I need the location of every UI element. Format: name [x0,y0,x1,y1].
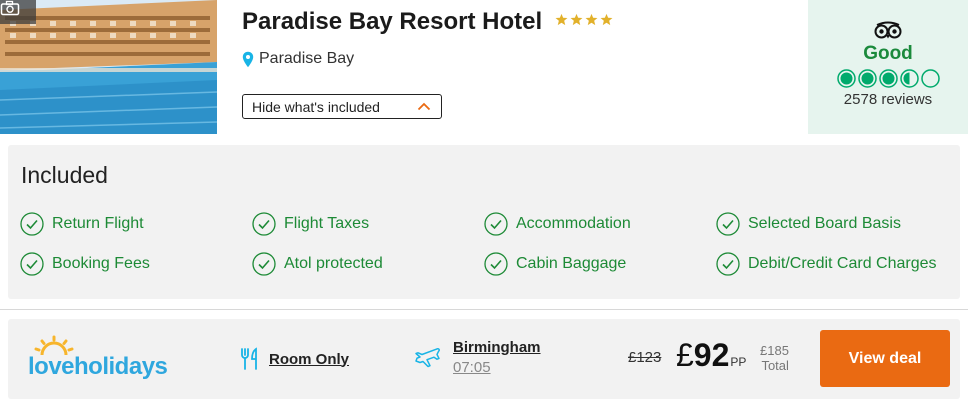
included-item: Flight Taxes [252,212,369,236]
departure-airport[interactable]: Birmingham [453,339,541,356]
rating-bubbles [836,69,940,88]
included-item-label: Flight Taxes [284,215,370,232]
chevron-up-icon [417,102,431,111]
hotel-name[interactable]: Paradise Bay Resort Hotel [242,8,542,36]
board-basis: Room Only [240,347,349,371]
price-value: 92 [693,337,730,373]
price-currency: £ [676,337,694,373]
old-price: £123 [628,349,662,366]
price-suffix: PP [730,355,747,369]
rating-bubble-icon [920,69,940,88]
check-circle-icon [252,212,276,236]
check-circle-icon [20,212,44,236]
rating-bubble-icon [899,69,919,88]
provider-name: loveholidays [28,353,168,380]
star-icon [570,13,583,26]
included-title: Included [21,162,108,188]
check-circle-icon [484,212,508,236]
rating-word: Good [863,43,913,64]
star-icon [585,13,598,26]
included-item-label: Debit/Credit Card Charges [748,255,937,272]
included-item-label: Return Flight [52,215,144,232]
total-label: Total [761,358,789,373]
included-item: Debit/Credit Card Charges [716,252,937,276]
rating-bubble-icon [836,69,856,88]
price-per-person: £ 92 PP [676,337,746,374]
star-rating [555,13,613,26]
hotel-photo[interactable] [0,0,217,134]
deal-row: loveholidays Room Only Birmingham 07:05 … [8,319,960,399]
view-deal-button[interactable]: View deal [820,330,950,387]
star-icon [555,13,568,26]
included-panel: Included Return Flight Flight Taxes Accomm… [8,145,960,299]
hide-included-toggle[interactable]: Hide what's included [242,94,442,119]
total-price-value: £185 [760,343,789,358]
included-item-label: Selected Board Basis [748,215,901,232]
rating-bubble-icon [857,69,877,88]
divider [0,309,968,310]
check-circle-icon [484,252,508,276]
flight-info: Birmingham 07:05 [414,339,541,376]
included-item: Selected Board Basis [716,212,901,236]
location-label: Paradise Bay [259,50,355,67]
included-item-label: Booking Fees [52,255,150,272]
map-pin-icon [242,51,254,67]
check-circle-icon [20,252,44,276]
toggle-label: Hide what's included [252,98,380,115]
included-item: Booking Fees [20,252,150,276]
board-label[interactable]: Room Only [269,351,349,368]
hotel-location: Paradise Bay [242,50,354,68]
included-item-label: Cabin Baggage [516,255,627,272]
included-item: Atol protected [252,252,383,276]
tripadvisor-owl-icon [874,21,902,39]
camera-icon [0,0,36,24]
included-item: Accommodation [484,212,631,236]
rating-panel: Good 2578 reviews [808,0,968,134]
provider-logo: loveholidays [28,335,178,385]
rating-bubble-icon [878,69,898,88]
included-item: Return Flight [20,212,144,236]
included-item-label: Accommodation [516,215,631,232]
included-item-label: Atol protected [284,255,383,272]
star-icon [600,13,613,26]
review-count[interactable]: 2578 reviews [844,91,932,108]
check-circle-icon [252,252,276,276]
airplane-icon [415,348,440,368]
check-circle-icon [716,252,740,276]
cutlery-icon [241,347,257,370]
departure-time[interactable]: 07:05 [453,359,541,376]
check-circle-icon [716,212,740,236]
included-item: Cabin Baggage [484,252,626,276]
total-price: £185 Total [760,343,789,373]
